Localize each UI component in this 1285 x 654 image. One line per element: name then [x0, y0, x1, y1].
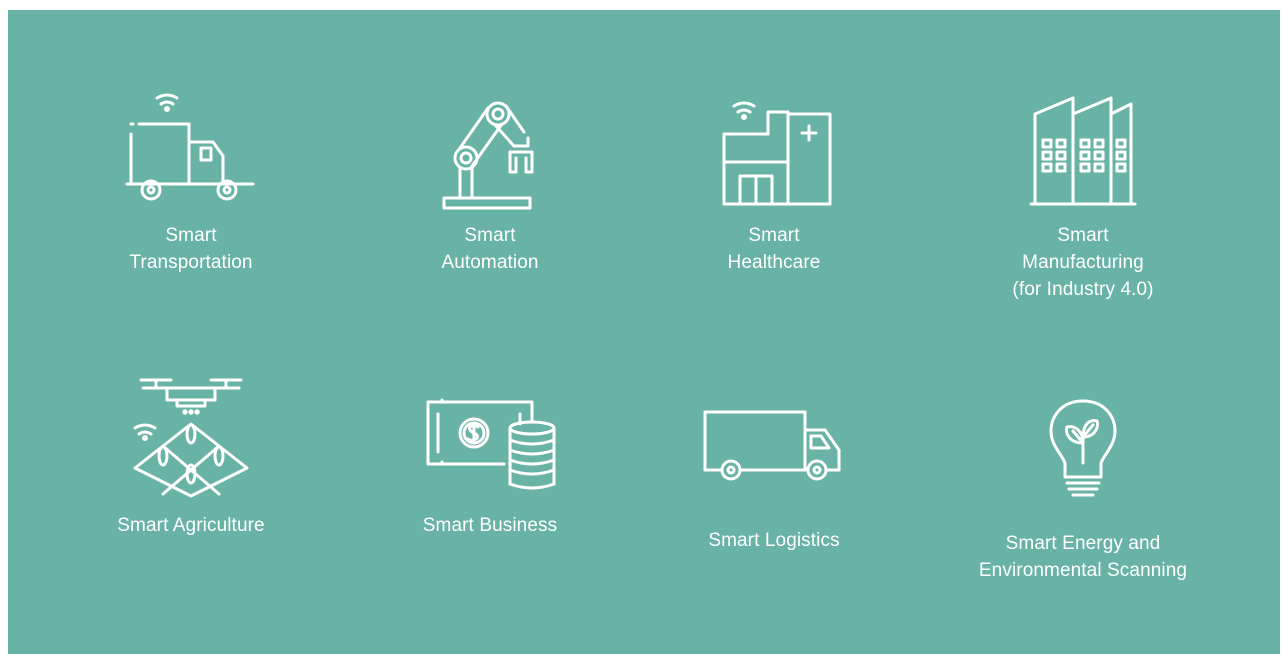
tile-label: Smart Automation	[441, 225, 539, 273]
robot-arm-icon	[442, 101, 534, 210]
tile-smart-agriculture: Smart Agriculture	[61, 372, 321, 539]
tile-label: Smart Business	[422, 515, 558, 536]
factory-icon	[1029, 96, 1137, 206]
tile-smart-transportation: Smart Transportation	[61, 92, 321, 276]
tile-label: Smart Agriculture	[117, 515, 265, 536]
drone-field-icon	[133, 378, 249, 498]
tile-smart-manufacturing: Smart Manufacturing (for Industry 4.0)	[953, 92, 1213, 303]
connected-truck-icon	[125, 93, 255, 201]
tile-smart-healthcare: Smart Healthcare	[644, 92, 904, 276]
tile-label: Smart Manufacturing (for Industry 4.0)	[1012, 225, 1154, 300]
tile-label: Smart Transportation	[129, 225, 253, 273]
tile-label: Smart Healthcare	[727, 225, 821, 273]
tile-smart-logistics: Smart Logistics	[644, 400, 904, 554]
tile-smart-automation: Smart Automation	[360, 92, 620, 276]
money-coins-icon	[426, 398, 556, 490]
delivery-truck-icon	[703, 410, 841, 481]
tile-label: Smart Logistics	[708, 530, 840, 551]
tile-smart-energy: Smart Energy and Environmental Scanning	[953, 395, 1213, 584]
lightbulb-leaf-icon	[1049, 399, 1117, 497]
tile-label: Smart Energy and Environmental Scanning	[978, 533, 1188, 581]
tile-smart-business: Smart Business	[360, 392, 620, 539]
hospital-icon	[722, 101, 832, 206]
smart-solutions-panel: Smart Transportation Smart Automation Sm…	[8, 10, 1280, 654]
